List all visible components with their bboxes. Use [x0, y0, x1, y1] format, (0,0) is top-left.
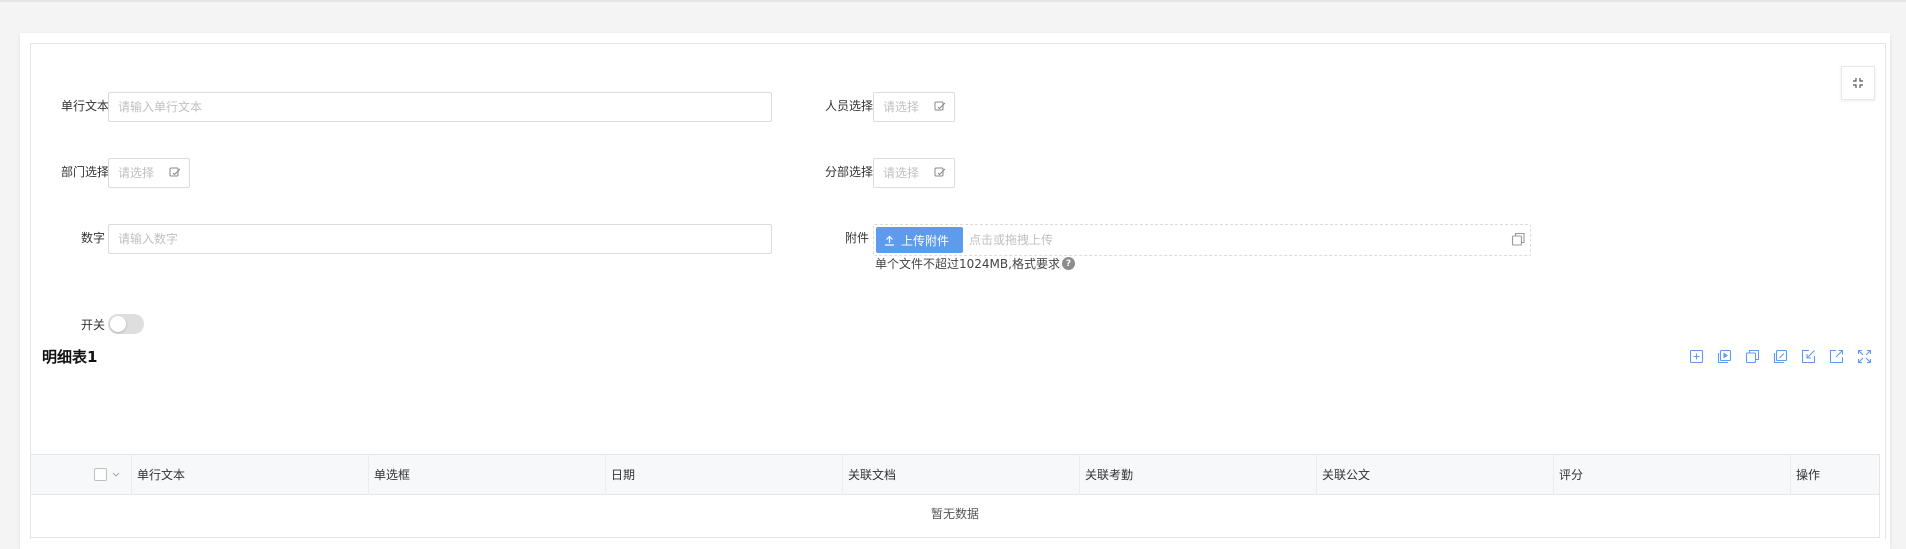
- detail-table: 单行文本 单选框 日期 关联文档 关联考勤 关联公文 评分 操作 暂无数据: [30, 454, 1880, 538]
- export-icon[interactable]: [1829, 349, 1844, 364]
- single-text-input[interactable]: 请输入单行文本: [108, 92, 772, 122]
- column-header: 日期: [611, 468, 636, 482]
- dept-select-placeholder: 请选择: [118, 166, 155, 180]
- single-text-label: 单行文本: [61, 99, 110, 113]
- switch-label: 开关: [81, 318, 106, 332]
- batch-edit-icon[interactable]: [1773, 349, 1788, 364]
- person-select[interactable]: 请选择: [873, 92, 955, 122]
- branch-select-label: 分部选择: [825, 165, 874, 179]
- upload-dropzone[interactable]: 上传附件 点击或拖拽上传: [873, 224, 1531, 256]
- select-all-checkbox[interactable]: [94, 468, 107, 481]
- column-header: 单行文本: [137, 468, 186, 482]
- dept-select[interactable]: 请选择: [108, 158, 190, 188]
- collapse-icon: [1853, 78, 1863, 88]
- fullscreen-icon[interactable]: [1857, 349, 1872, 364]
- add-row-icon[interactable]: [1689, 349, 1704, 364]
- column-divider: [1079, 455, 1080, 495]
- detail-table-toolbar: [1689, 349, 1872, 364]
- insert-row-icon[interactable]: [1717, 349, 1732, 364]
- column-header: 评分: [1559, 468, 1584, 482]
- detail-table-title: 明细表1: [42, 348, 98, 366]
- number-input[interactable]: 请输入数字: [108, 224, 772, 254]
- toggle-knob: [110, 316, 126, 332]
- column-header: 单选框: [374, 468, 411, 482]
- upload-placeholder: 点击或拖拽上传: [969, 233, 1054, 247]
- person-select-label: 人员选择: [825, 99, 874, 113]
- select-picker-icon: [169, 167, 181, 177]
- upload-button-label: 上传附件: [901, 233, 950, 248]
- column-header: 关联考勤: [1085, 468, 1134, 482]
- table-header: 单行文本 单选框 日期 关联文档 关联考勤 关联公文 评分 操作: [31, 455, 1879, 495]
- help-icon[interactable]: ?: [1061, 257, 1075, 270]
- fullscreen-button[interactable]: [1841, 66, 1875, 100]
- column-header: 操作: [1796, 468, 1821, 482]
- upload-icon: [885, 235, 894, 246]
- column-divider: [1553, 455, 1554, 495]
- column-header: 关联文档: [848, 468, 897, 482]
- column-divider: [1790, 455, 1791, 495]
- copy-row-icon[interactable]: [1745, 349, 1760, 364]
- empty-state-text: 暂无数据: [930, 507, 979, 521]
- attachment-hint-text: 单个文件不超过1024MB,格式要求: [875, 257, 1060, 271]
- upload-button[interactable]: 上传附件: [876, 227, 963, 253]
- select-picker-icon: [934, 167, 946, 177]
- copy-icon[interactable]: [1511, 232, 1526, 247]
- person-select-placeholder: 请选择: [883, 100, 920, 114]
- select-picker-icon: [934, 101, 946, 111]
- form-card: 单行文本 请输入单行文本 人员选择 请选择 部门选择 请选择 分部选择 请选择 …: [20, 33, 1890, 549]
- number-label: 数字: [81, 231, 106, 245]
- branch-select[interactable]: 请选择: [873, 158, 955, 188]
- column-divider: [131, 455, 132, 495]
- branch-select-placeholder: 请选择: [883, 166, 920, 180]
- column-divider: [842, 455, 843, 495]
- dept-select-label: 部门选择: [61, 165, 110, 179]
- toggle-switch[interactable]: [108, 314, 144, 334]
- attachment-hint: 单个文件不超过1024MB,格式要求 ?: [875, 255, 1075, 272]
- column-divider: [368, 455, 369, 495]
- column-divider: [1316, 455, 1317, 495]
- column-divider: [605, 455, 606, 495]
- column-header: 关联公文: [1322, 468, 1371, 482]
- top-divider: [0, 0, 1906, 2]
- import-icon[interactable]: [1801, 349, 1816, 364]
- chevron-down-icon[interactable]: [111, 469, 121, 481]
- attachment-label: 附件: [845, 231, 870, 245]
